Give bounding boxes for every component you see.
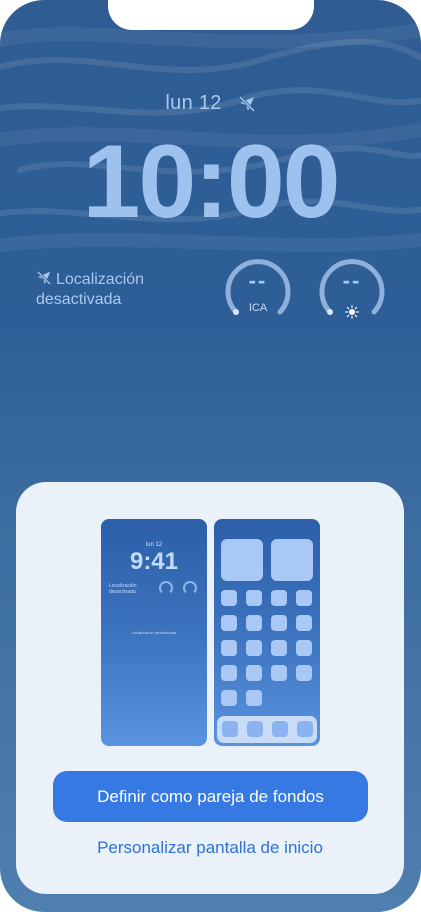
location-line2: desactivada [36, 291, 122, 308]
aqi-value: -- [248, 268, 268, 293]
preview-app-icon [246, 590, 262, 606]
lock-screen-preview[interactable]: lun 12 9:41 Localización desactivada Loc… [101, 519, 207, 746]
preview-app-icon [296, 640, 312, 656]
aqi-label: ICA [248, 302, 268, 314]
preview-dock-icon [222, 721, 238, 737]
sun-icon [345, 305, 359, 319]
preview-app-icon [246, 665, 262, 681]
preview-dock-icon [297, 721, 313, 737]
preview-widget [271, 539, 313, 581]
wallpaper-pair-sheet: lun 12 9:41 Localización desactivada Loc… [16, 482, 404, 894]
preview-app-icon [221, 615, 237, 631]
preview-app-icon [221, 590, 237, 606]
preview-app-icon [221, 690, 237, 706]
date-label: lun 12 [165, 92, 222, 115]
camera-notch [108, 0, 314, 30]
preview-gauge [159, 581, 173, 595]
preview-app-icon [296, 665, 312, 681]
preview-widget [221, 539, 263, 581]
location-disabled-icon [36, 270, 52, 286]
preview-dock [217, 716, 317, 743]
preview-app-icon [296, 615, 312, 631]
preview-app-icon [271, 640, 287, 656]
preview-app-icon [221, 640, 237, 656]
preview-location-line2: desactivada [109, 589, 136, 595]
preview-app-icon [221, 665, 237, 681]
location-disabled-icon [238, 95, 255, 112]
preview-app-icon [246, 690, 262, 706]
preview-center-text: Localización desactivada [131, 630, 177, 635]
location-line1: Localización [56, 271, 145, 288]
location-widget[interactable]: Localización desactivada [36, 270, 144, 310]
preview-app-icon [271, 615, 287, 631]
lockscreen-date: lun 12 [0, 92, 421, 115]
preview-dock-icon [247, 721, 263, 737]
lock-screen: lun 12 10:00 Localización desactivada --… [0, 0, 421, 912]
air-quality-widget[interactable]: -- ICA [224, 256, 292, 324]
preview-dock-icon [272, 721, 288, 737]
preview-location: Localización desactivada [109, 583, 137, 595]
customize-home-screen-link[interactable]: Personalizar pantalla de inicio [16, 838, 404, 858]
preview-app-icon [271, 665, 287, 681]
preview-app-icon [246, 615, 262, 631]
uv-value: -- [342, 268, 362, 293]
home-screen-preview[interactable] [214, 519, 320, 746]
preview-app-icon [271, 590, 287, 606]
preview-app-icon [246, 640, 262, 656]
uv-index-widget[interactable]: -- [318, 256, 386, 324]
preview-gauge [183, 581, 197, 595]
preview-time: 9:41 [129, 548, 179, 575]
set-wallpaper-pair-button[interactable]: Definir como pareja de fondos [53, 771, 368, 822]
preview-app-icon [296, 590, 312, 606]
lockscreen-time: 10:00 [82, 124, 341, 240]
